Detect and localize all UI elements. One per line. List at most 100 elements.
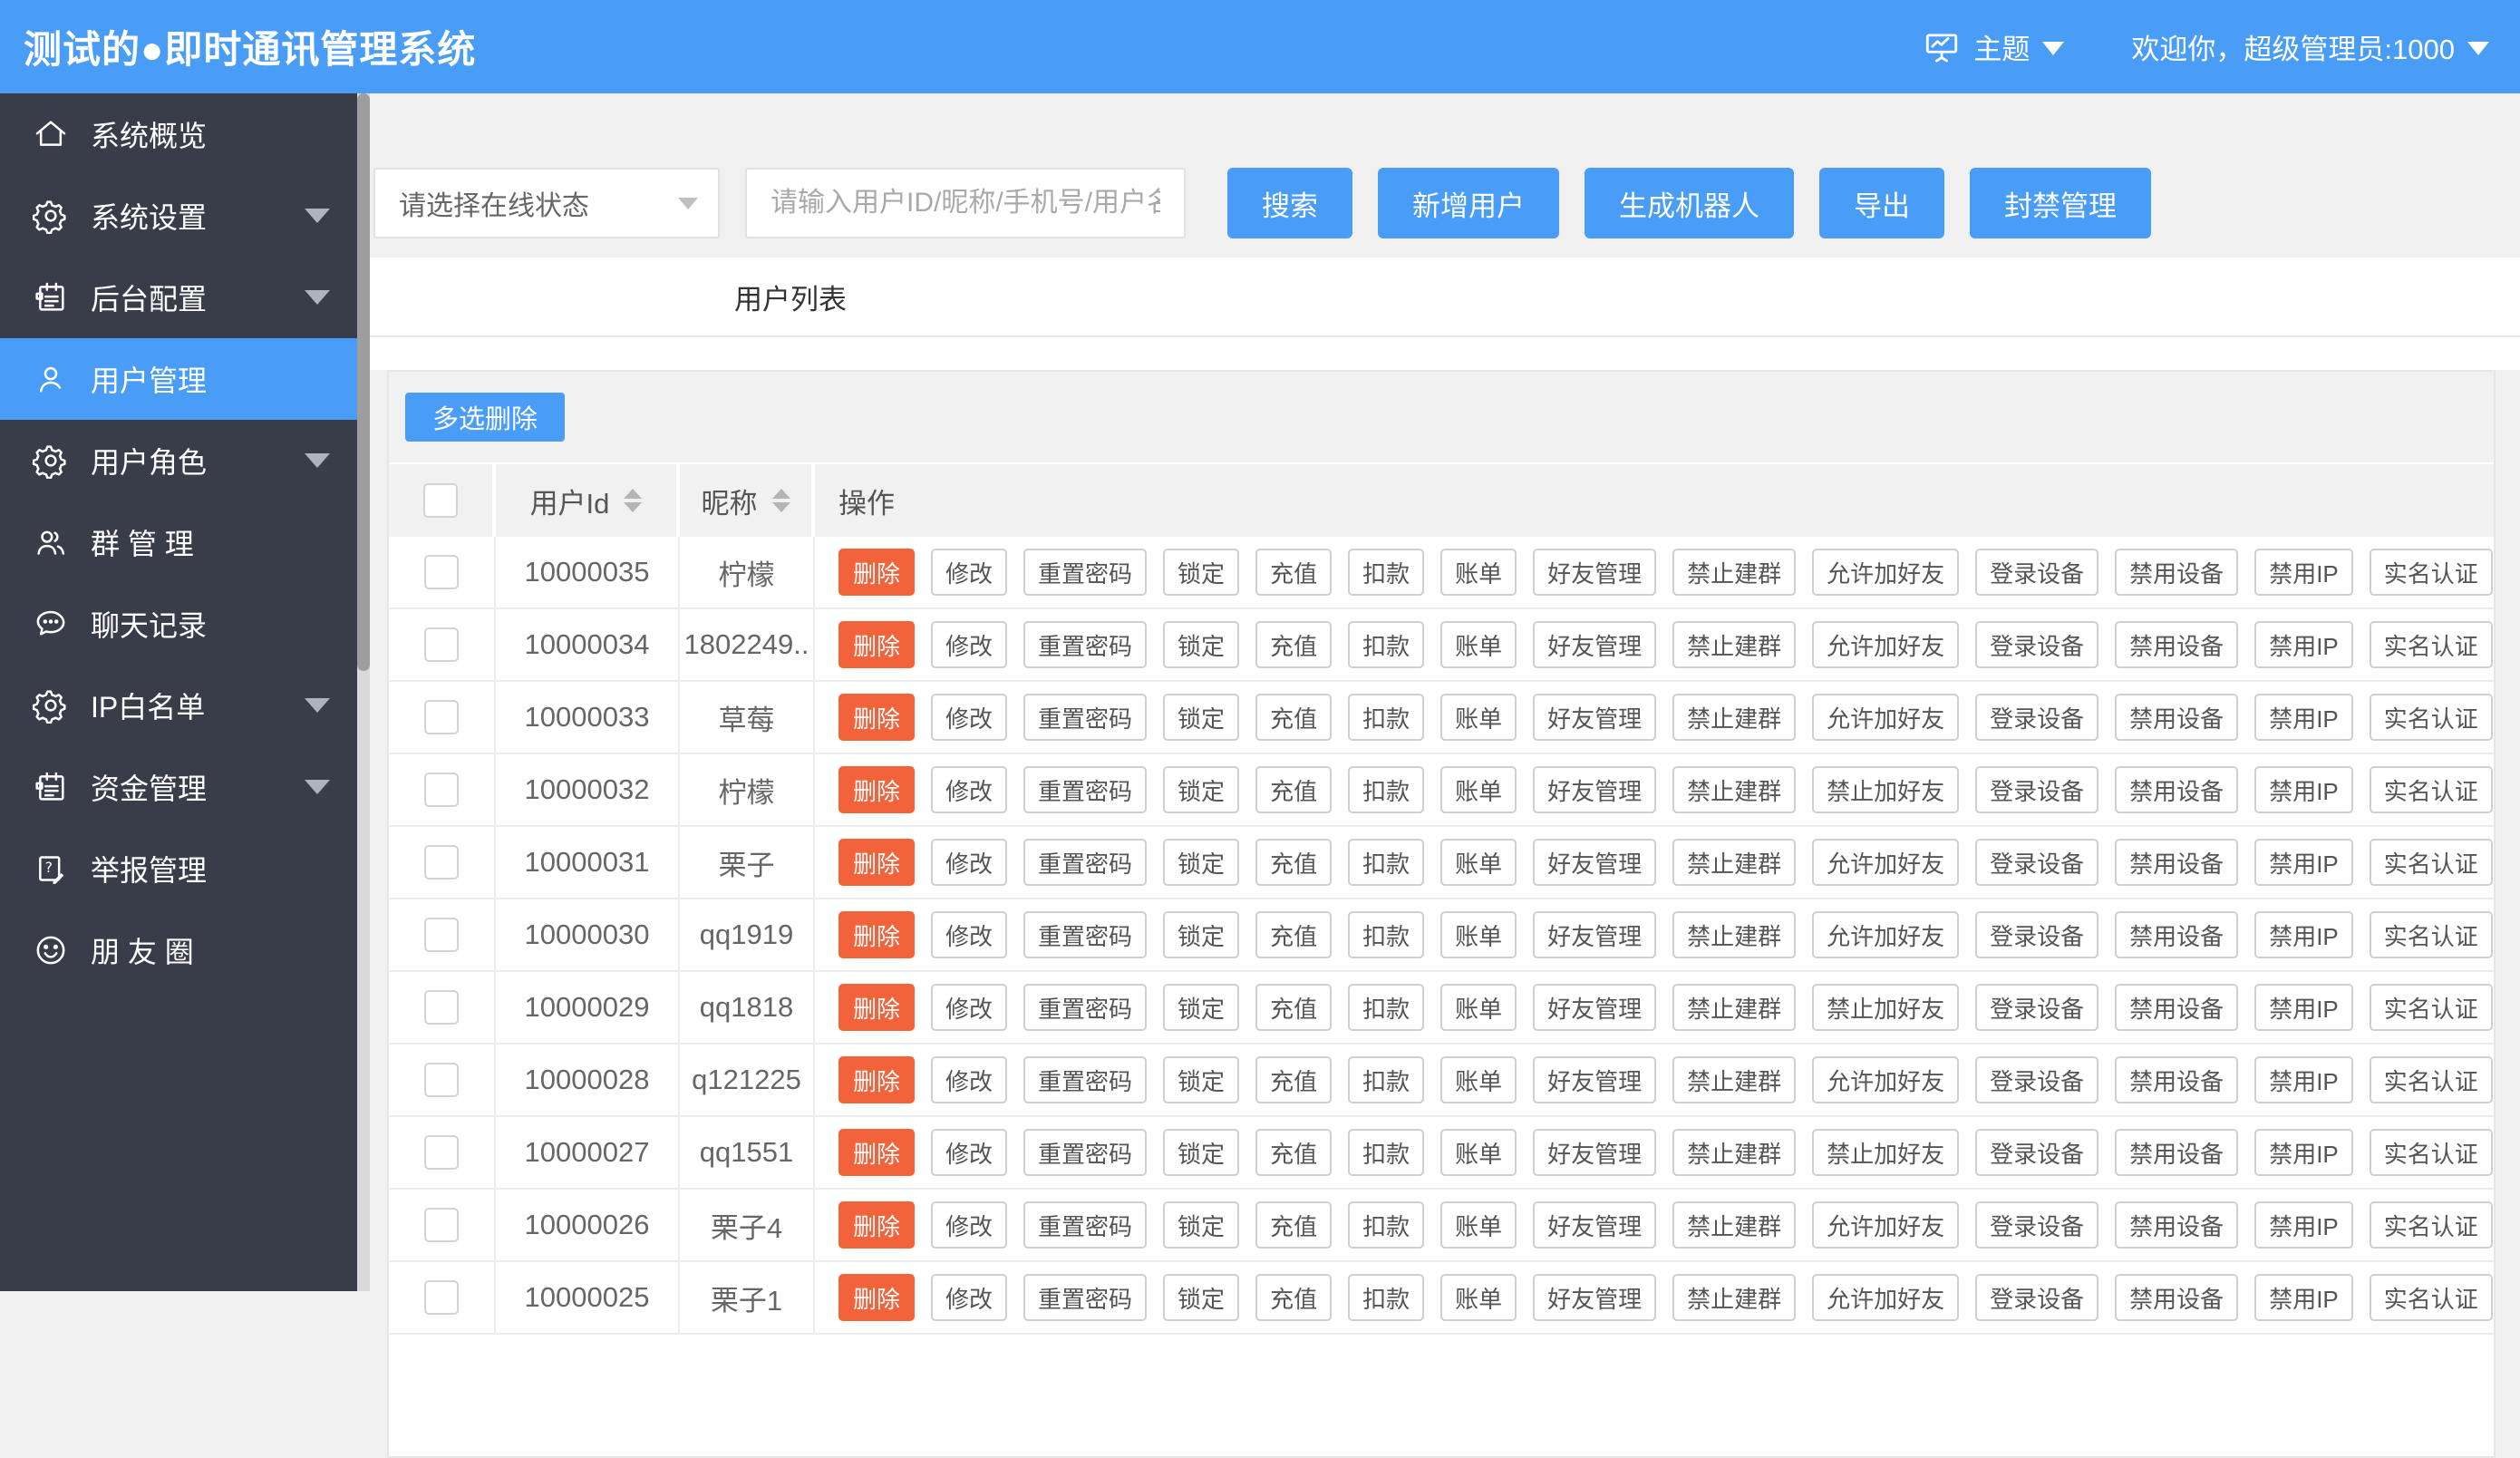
action-friend-manage-button[interactable]: 好友管理	[1533, 549, 1657, 596]
select-all-checkbox[interactable]	[423, 483, 458, 518]
action-reset-password-button[interactable]: 重置密码	[1023, 694, 1148, 741]
action-bill-button[interactable]: 账单	[1440, 694, 1517, 741]
action-delete-button[interactable]: 删除	[838, 1201, 916, 1249]
action-delete-button[interactable]: 删除	[838, 549, 916, 596]
action-friend-add-permission-button[interactable]: 允许加好友	[1812, 1274, 1960, 1321]
action-bill-button[interactable]: 账单	[1440, 911, 1517, 958]
user-menu[interactable]: 欢迎你，超级管理员:1000	[2131, 26, 2489, 67]
action-disable-device-button[interactable]: 禁用设备	[2115, 1201, 2239, 1249]
action-disable-ip-button[interactable]: 禁用IP	[2254, 1201, 2353, 1249]
action-disable-device-button[interactable]: 禁用设备	[2115, 1056, 2239, 1103]
search-input[interactable]	[745, 168, 1186, 238]
action-bill-button[interactable]: 账单	[1440, 1056, 1517, 1103]
action-disable-ip-button[interactable]: 禁用IP	[2254, 621, 2353, 668]
export-button[interactable]: 导出	[1819, 168, 1944, 238]
action-friend-add-permission-button[interactable]: 禁止加好友	[1812, 984, 1960, 1031]
action-edit-button[interactable]: 修改	[931, 984, 1008, 1031]
action-forbid-create-group-button[interactable]: 禁止建群	[1672, 766, 1797, 813]
action-forbid-create-group-button[interactable]: 禁止建群	[1672, 1129, 1797, 1176]
action-disable-ip-button[interactable]: 禁用IP	[2254, 911, 2353, 958]
action-edit-button[interactable]: 修改	[931, 1056, 1008, 1103]
action-login-device-button[interactable]: 登录设备	[1975, 911, 2099, 958]
sort-icon[interactable]	[624, 489, 643, 512]
action-recharge-button[interactable]: 充值	[1255, 1129, 1333, 1176]
sidebar-scrollbar[interactable]	[357, 93, 370, 1291]
action-delete-button[interactable]: 删除	[838, 766, 916, 813]
column-header-nickname[interactable]: 昵称	[680, 464, 815, 537]
action-reset-password-button[interactable]: 重置密码	[1023, 549, 1148, 596]
action-recharge-button[interactable]: 充值	[1255, 839, 1333, 886]
action-friend-manage-button[interactable]: 好友管理	[1533, 911, 1657, 958]
action-login-device-button[interactable]: 登录设备	[1975, 694, 2099, 741]
action-friend-add-permission-button[interactable]: 允许加好友	[1812, 911, 1960, 958]
row-checkbox[interactable]	[424, 1063, 459, 1097]
add-user-button[interactable]: 新增用户	[1378, 168, 1559, 238]
row-checkbox[interactable]	[424, 845, 459, 880]
sidebar-item-report-management[interactable]: ? 举报管理	[0, 828, 357, 909]
action-lock-button[interactable]: 锁定	[1163, 1201, 1240, 1249]
action-friend-manage-button[interactable]: 好友管理	[1533, 621, 1657, 668]
action-lock-button[interactable]: 锁定	[1163, 621, 1240, 668]
action-disable-ip-button[interactable]: 禁用IP	[2254, 1129, 2353, 1176]
action-deduct-button[interactable]: 扣款	[1348, 911, 1425, 958]
action-login-device-button[interactable]: 登录设备	[1975, 766, 2099, 813]
action-bill-button[interactable]: 账单	[1440, 621, 1517, 668]
action-reset-password-button[interactable]: 重置密码	[1023, 1201, 1148, 1249]
action-deduct-button[interactable]: 扣款	[1348, 1129, 1425, 1176]
action-forbid-create-group-button[interactable]: 禁止建群	[1672, 839, 1797, 886]
action-friend-manage-button[interactable]: 好友管理	[1533, 1201, 1657, 1249]
action-delete-button[interactable]: 删除	[838, 1129, 916, 1176]
action-reset-password-button[interactable]: 重置密码	[1023, 1274, 1148, 1321]
action-disable-device-button[interactable]: 禁用设备	[2115, 1274, 2239, 1321]
action-recharge-button[interactable]: 充值	[1255, 984, 1333, 1031]
action-login-device-button[interactable]: 登录设备	[1975, 1129, 2099, 1176]
action-reset-password-button[interactable]: 重置密码	[1023, 621, 1148, 668]
action-realname-auth-button[interactable]: 实名认证	[2369, 549, 2493, 596]
action-bill-button[interactable]: 账单	[1440, 766, 1517, 813]
action-login-device-button[interactable]: 登录设备	[1975, 1274, 2099, 1321]
action-realname-auth-button[interactable]: 实名认证	[2369, 621, 2493, 668]
action-delete-button[interactable]: 删除	[838, 621, 916, 668]
row-checkbox[interactable]	[424, 1280, 459, 1315]
action-lock-button[interactable]: 锁定	[1163, 1056, 1240, 1103]
action-delete-button[interactable]: 删除	[838, 984, 916, 1031]
action-realname-auth-button[interactable]: 实名认证	[2369, 1129, 2493, 1176]
action-disable-device-button[interactable]: 禁用设备	[2115, 839, 2239, 886]
row-checkbox[interactable]	[424, 1135, 459, 1170]
action-friend-manage-button[interactable]: 好友管理	[1533, 1274, 1657, 1321]
action-lock-button[interactable]: 锁定	[1163, 766, 1240, 813]
action-realname-auth-button[interactable]: 实名认证	[2369, 839, 2493, 886]
action-reset-password-button[interactable]: 重置密码	[1023, 839, 1148, 886]
action-edit-button[interactable]: 修改	[931, 911, 1008, 958]
action-disable-ip-button[interactable]: 禁用IP	[2254, 1056, 2353, 1103]
action-disable-ip-button[interactable]: 禁用IP	[2254, 1274, 2353, 1321]
action-lock-button[interactable]: 锁定	[1163, 984, 1240, 1031]
row-checkbox[interactable]	[424, 555, 459, 589]
action-lock-button[interactable]: 锁定	[1163, 839, 1240, 886]
action-edit-button[interactable]: 修改	[931, 694, 1008, 741]
action-bill-button[interactable]: 账单	[1440, 1129, 1517, 1176]
action-friend-manage-button[interactable]: 好友管理	[1533, 766, 1657, 813]
action-edit-button[interactable]: 修改	[931, 1129, 1008, 1176]
action-reset-password-button[interactable]: 重置密码	[1023, 766, 1148, 813]
column-header-user-id[interactable]: 用户Id	[496, 464, 680, 537]
action-login-device-button[interactable]: 登录设备	[1975, 1056, 2099, 1103]
action-login-device-button[interactable]: 登录设备	[1975, 621, 2099, 668]
action-bill-button[interactable]: 账单	[1440, 839, 1517, 886]
action-recharge-button[interactable]: 充值	[1255, 621, 1333, 668]
action-disable-ip-button[interactable]: 禁用IP	[2254, 549, 2353, 596]
action-lock-button[interactable]: 锁定	[1163, 1129, 1240, 1176]
action-realname-auth-button[interactable]: 实名认证	[2369, 766, 2493, 813]
action-realname-auth-button[interactable]: 实名认证	[2369, 911, 2493, 958]
sidebar-item-moments[interactable]: 朋 友 圈	[0, 909, 357, 991]
search-button[interactable]: 搜索	[1227, 168, 1352, 238]
action-realname-auth-button[interactable]: 实名认证	[2369, 984, 2493, 1031]
row-checkbox[interactable]	[424, 700, 459, 734]
action-login-device-button[interactable]: 登录设备	[1975, 1201, 2099, 1249]
action-deduct-button[interactable]: 扣款	[1348, 694, 1425, 741]
action-bill-button[interactable]: 账单	[1440, 1274, 1517, 1321]
action-friend-add-permission-button[interactable]: 禁止加好友	[1812, 766, 1960, 813]
row-checkbox[interactable]	[424, 627, 459, 662]
action-realname-auth-button[interactable]: 实名认证	[2369, 1201, 2493, 1249]
action-deduct-button[interactable]: 扣款	[1348, 766, 1425, 813]
